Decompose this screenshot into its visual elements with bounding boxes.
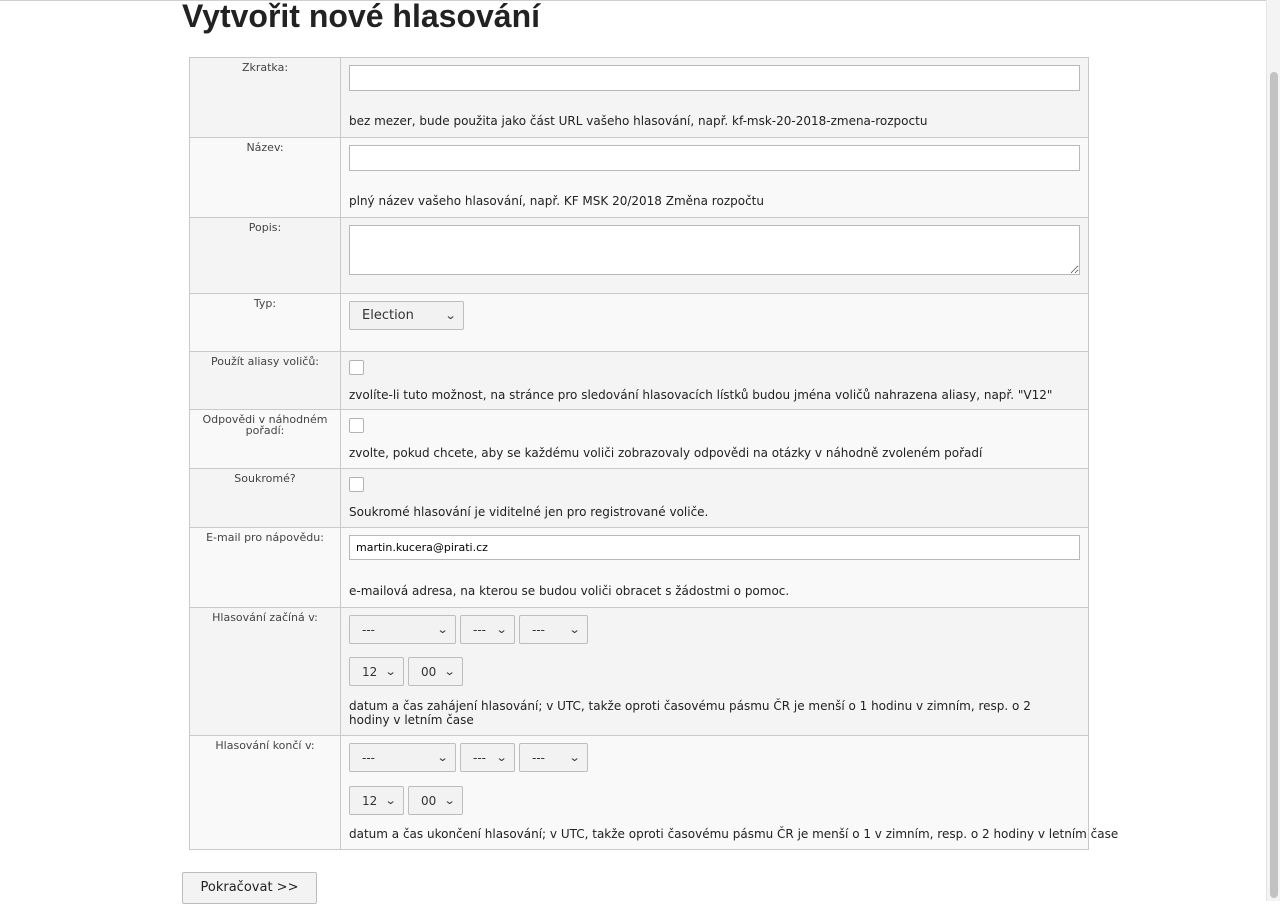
- short-name-input[interactable]: [349, 65, 1080, 91]
- field-cell: Soukromé hlasování je viditelné jen pro …: [340, 468, 1089, 528]
- randomize-help: zvolte, pokud chcete, aby se každému vol…: [349, 446, 983, 460]
- field-label: Název:: [189, 137, 341, 218]
- start-hour-value: 12: [362, 664, 378, 679]
- end-hour-select[interactable]: 12 ⌄: [349, 786, 404, 815]
- field-cell: [340, 217, 1089, 294]
- voting-start-label: Hlasování začíná v:: [212, 611, 318, 624]
- type-label: Typ:: [253, 297, 277, 310]
- end-hour-value: 12: [362, 793, 378, 808]
- chevron-down-icon: ⌄: [568, 751, 581, 764]
- name-help: plný název vašeho hlasování, např. KF MS…: [349, 194, 764, 208]
- description-textarea[interactable]: [349, 225, 1080, 275]
- field-label: E-mail pro nápovědu:: [189, 527, 341, 608]
- use-aliases-checkbox[interactable]: [349, 360, 364, 375]
- chevron-down-icon: ⌄: [495, 623, 508, 636]
- field-cell: zvolte, pokud chcete, aby se každému vol…: [340, 409, 1089, 469]
- continue-button[interactable]: Pokračovat >>: [182, 872, 317, 904]
- start-month-select[interactable]: --- ⌄: [349, 615, 456, 644]
- row-private: Soukromé? Soukromé hlasování je viditeln…: [189, 468, 1089, 528]
- row-voting-end: Hlasování končí v: --- ⌄ --- ⌄ --- ⌄ 12 ⌄ 00 ⌄ d…: [189, 735, 1119, 850]
- end-year-value: ---: [532, 750, 545, 765]
- start-time-selects: 12 ⌄ 00 ⌄: [349, 657, 1080, 686]
- field-label: Hlasování končí v:: [189, 735, 341, 850]
- field-label: Typ:: [189, 293, 341, 352]
- start-hour-select[interactable]: 12 ⌄: [349, 657, 404, 686]
- start-year-select[interactable]: --- ⌄: [519, 615, 588, 644]
- end-month-select[interactable]: --- ⌄: [349, 743, 456, 772]
- help-email-label: E-mail pro nápovědu:: [206, 531, 324, 544]
- end-minute-select[interactable]: 00 ⌄: [408, 786, 463, 815]
- field-label: Použít aliasy voličů:: [189, 351, 341, 410]
- field-cell: plný název vašeho hlasování, např. KF MS…: [340, 137, 1089, 218]
- use-aliases-label: Použít aliasy voličů:: [211, 355, 319, 368]
- description-label: Popis:: [248, 221, 282, 234]
- field-label: Zkratka:: [189, 57, 341, 138]
- start-minute-value: 00: [421, 664, 437, 679]
- start-minute-select[interactable]: 00 ⌄: [408, 657, 463, 686]
- type-select[interactable]: Election ⌄: [349, 301, 464, 330]
- end-day-select[interactable]: --- ⌄: [460, 743, 515, 772]
- chevron-down-icon: ⌄: [495, 751, 508, 764]
- row-help-email: E-mail pro nápovědu: e-mailová adresa, n…: [189, 527, 1089, 608]
- short-name-help: bez mezer, bude použita jako část URL va…: [349, 114, 928, 128]
- field-label: Odpovědi v náhodném pořadí:: [189, 409, 341, 469]
- row-type: Typ: Election ⌄: [189, 293, 1089, 352]
- start-day-select[interactable]: --- ⌄: [460, 615, 515, 644]
- field-label: Soukromé?: [189, 468, 341, 528]
- row-name: Název: plný název vašeho hlasování, např…: [189, 137, 1089, 218]
- use-aliases-help: zvolíte-li tuto možnost, na stránce pro …: [349, 388, 1053, 402]
- chevron-down-icon: ⌄: [384, 665, 397, 678]
- private-checkbox[interactable]: [349, 477, 364, 492]
- field-label: Popis:: [189, 217, 341, 294]
- start-month-value: ---: [362, 622, 375, 637]
- end-date-selects: --- ⌄ --- ⌄ --- ⌄: [349, 743, 1080, 772]
- row-use-aliases: Použít aliasy voličů: zvolíte-li tuto mo…: [189, 351, 1089, 410]
- private-label: Soukromé?: [234, 472, 296, 485]
- start-year-value: ---: [532, 622, 545, 637]
- field-cell: bez mezer, bude použita jako část URL va…: [340, 57, 1089, 138]
- field-cell: zvolíte-li tuto možnost, na stránce pro …: [340, 351, 1089, 410]
- start-date-selects: --- ⌄ --- ⌄ --- ⌄: [349, 615, 1080, 644]
- private-help: Soukromé hlasování je viditelné jen pro …: [349, 505, 709, 519]
- field-cell: --- ⌄ --- ⌄ --- ⌄ 12 ⌄ 00 ⌄ datum a čas zahájení…: [340, 607, 1089, 736]
- row-randomize: Odpovědi v náhodném pořadí: zvolte, poku…: [189, 409, 1089, 469]
- voting-end-label: Hlasování končí v:: [215, 739, 315, 752]
- help-email-help: e-mailová adresa, na kterou se budou vol…: [349, 584, 790, 598]
- end-day-value: ---: [473, 750, 486, 765]
- row-voting-start: Hlasování začíná v: --- ⌄ --- ⌄ --- ⌄ 12 ⌄ 00 ⌄ …: [189, 607, 1089, 736]
- start-day-value: ---: [473, 622, 486, 637]
- name-input[interactable]: [349, 145, 1080, 171]
- field-cell: e-mailová adresa, na kterou se budou vol…: [340, 527, 1089, 608]
- chevron-down-icon: ⌄: [384, 794, 397, 807]
- field-label: Hlasování začíná v:: [189, 607, 341, 736]
- chevron-down-icon: ⌄: [443, 665, 456, 678]
- vertical-scrollbar[interactable]: [1266, 0, 1280, 901]
- voting-end-help: datum a čas ukončení hlasování; v UTC, t…: [349, 827, 1119, 841]
- type-selected-value: Election: [362, 308, 414, 323]
- end-month-value: ---: [362, 750, 375, 765]
- row-short-name: Zkratka: bez mezer, bude použita jako čá…: [189, 57, 1089, 138]
- page-title: Vytvořit nové hlasování: [182, 0, 541, 34]
- field-cell: --- ⌄ --- ⌄ --- ⌄ 12 ⌄ 00 ⌄ datum a čas ukončení…: [340, 735, 1119, 850]
- chevron-down-icon: ⌄: [436, 623, 449, 636]
- short-name-label: Zkratka:: [241, 61, 289, 74]
- voting-start-help: datum a čas zahájení hlasování; v UTC, t…: [349, 699, 1031, 727]
- field-cell: Election ⌄: [340, 293, 1089, 352]
- row-description: Popis:: [189, 217, 1089, 294]
- chevron-down-icon: ⌄: [444, 309, 457, 322]
- help-email-input[interactable]: [349, 535, 1080, 560]
- randomize-label: Odpovědi v náhodném pořadí:: [202, 413, 328, 437]
- end-time-selects: 12 ⌄ 00 ⌄: [349, 786, 1080, 815]
- chevron-down-icon: ⌄: [443, 794, 456, 807]
- end-minute-value: 00: [421, 793, 437, 808]
- scrollbar-thumb[interactable]: [1270, 72, 1278, 898]
- name-label: Název:: [246, 141, 284, 154]
- randomize-checkbox[interactable]: [349, 418, 364, 433]
- chevron-down-icon: ⌄: [568, 623, 581, 636]
- end-year-select[interactable]: --- ⌄: [519, 743, 588, 772]
- chevron-down-icon: ⌄: [436, 751, 449, 764]
- election-form: Zkratka: bez mezer, bude použita jako čá…: [189, 57, 1119, 850]
